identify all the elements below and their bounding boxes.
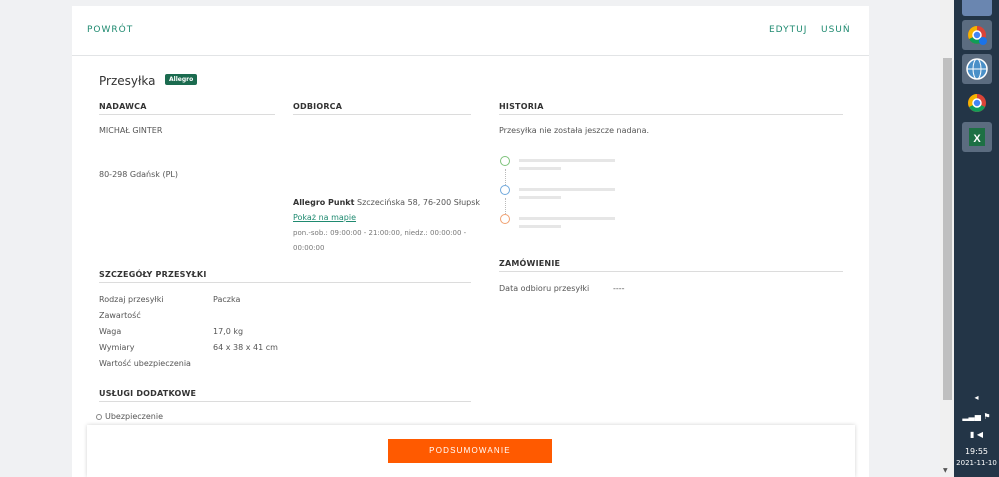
insurance-option[interactable]: Ubezpieczenie [96, 412, 163, 421]
history-step-dot [500, 156, 510, 166]
recipient-point-name: Allegro Punkt [293, 198, 355, 207]
folder-app-icon[interactable] [962, 0, 992, 16]
history-step-dot [500, 214, 510, 224]
details-divider [99, 282, 471, 283]
sender-heading: NADAWCA [99, 102, 147, 111]
allegro-badge: Allegro [165, 74, 198, 85]
sender-divider [99, 114, 275, 115]
windows-taskbar: X ◂ ▂▃▅ ⚑ ▮ ◀ 19:55 2021-11-10 [954, 0, 999, 477]
pickup-date-label: Data odbioru przesyłki [499, 284, 590, 293]
scrollbar-thumb[interactable] [943, 58, 952, 400]
detail-label: Wartość ubezpieczenia [99, 359, 191, 368]
history-placeholder-line [519, 159, 615, 162]
edit-link[interactable]: EDYTUJ [769, 25, 807, 35]
detail-label: Wymiary [99, 343, 135, 352]
recipient-point-address: Szczecińska 58, 76-200 Słupsk [357, 198, 481, 207]
footer-bar: PODSUMOWANIE [87, 425, 855, 477]
history-placeholder-line [519, 196, 561, 199]
chrome-logo-icon [968, 26, 987, 45]
insurance-label: Ubezpieczenie [105, 412, 164, 421]
pickup-date-value: ---- [613, 284, 625, 293]
chrome-profile-m-icon[interactable] [962, 20, 992, 50]
globe-app-icon[interactable] [962, 54, 992, 84]
history-connector [505, 169, 506, 185]
summary-button[interactable]: PODSUMOWANIE [388, 439, 552, 463]
order-divider [499, 271, 843, 272]
history-status: Przesyłka nie została jeszcze nadana. [499, 126, 650, 135]
recipient-point: Allegro Punkt Szczecińska 58, 76-200 Słu… [293, 198, 480, 207]
battery-volume-icon[interactable]: ▮ ◀ [954, 430, 999, 439]
detail-label: Zawartość [99, 311, 141, 320]
recipient-divider [293, 114, 471, 115]
history-divider [499, 114, 843, 115]
shipment-page: POWRÓT EDYTUJ USUŃ Przesyłka Allegro NAD… [72, 6, 869, 477]
page-scrollbar[interactable]: ▼ [940, 0, 954, 477]
detail-value: 64 x 38 x 41 cm [213, 343, 278, 352]
detail-value: Paczka [213, 295, 241, 304]
tray-expand-icon[interactable]: ◂ [954, 393, 999, 402]
svg-text:X: X [973, 133, 981, 145]
sender-address: 80-298 Gdańsk (PL) [99, 170, 178, 179]
excel-logo-icon: X [969, 128, 985, 146]
history-placeholder-line [519, 217, 615, 220]
chrome-icon[interactable] [962, 88, 992, 118]
history-placeholder-line [519, 167, 561, 170]
scroll-down-arrow-icon[interactable]: ▼ [943, 467, 948, 474]
radio-circle-icon[interactable] [96, 413, 102, 420]
order-heading: ZAMÓWIENIE [499, 259, 561, 268]
history-placeholder-line [519, 225, 561, 228]
page-title: Przesyłka [99, 74, 156, 88]
details-heading: SZCZEGÓŁY PRZESYŁKI [99, 270, 207, 279]
recipient-hours-1: pon.-sob.: 09:00:00 - 21:00:00, niedz.: … [293, 229, 467, 237]
back-link[interactable]: POWRÓT [87, 25, 133, 35]
history-step-dot [500, 185, 510, 195]
sender-name: MICHAŁ GINTER [99, 126, 163, 135]
chrome-logo-icon [968, 94, 986, 112]
detail-label: Rodzaj przesyłki [99, 295, 164, 304]
show-on-map-link[interactable]: Pokaż na mapie [293, 213, 356, 222]
history-heading: HISTORIA [499, 102, 544, 111]
excel-icon[interactable]: X [962, 122, 992, 152]
history-placeholder-line [519, 188, 615, 191]
network-signal-icon[interactable]: ▂▃▅ ⚑ [954, 412, 999, 421]
recipient-hours-2: 00:00:00 [293, 244, 325, 252]
clock-time[interactable]: 19:55 [954, 447, 999, 456]
extras-divider [99, 401, 471, 402]
top-action-bar: POWRÓT EDYTUJ USUŃ [72, 6, 869, 56]
delete-link[interactable]: USUŃ [821, 25, 851, 35]
detail-value: 17,0 kg [213, 327, 244, 336]
recipient-heading: ODBIORCA [293, 102, 343, 111]
extras-heading: USŁUGI DODATKOWE [99, 389, 197, 398]
globe-icon [966, 58, 988, 80]
detail-label: Waga [99, 327, 122, 336]
history-connector [505, 198, 506, 214]
clock-date[interactable]: 2021-11-10 [954, 459, 999, 467]
